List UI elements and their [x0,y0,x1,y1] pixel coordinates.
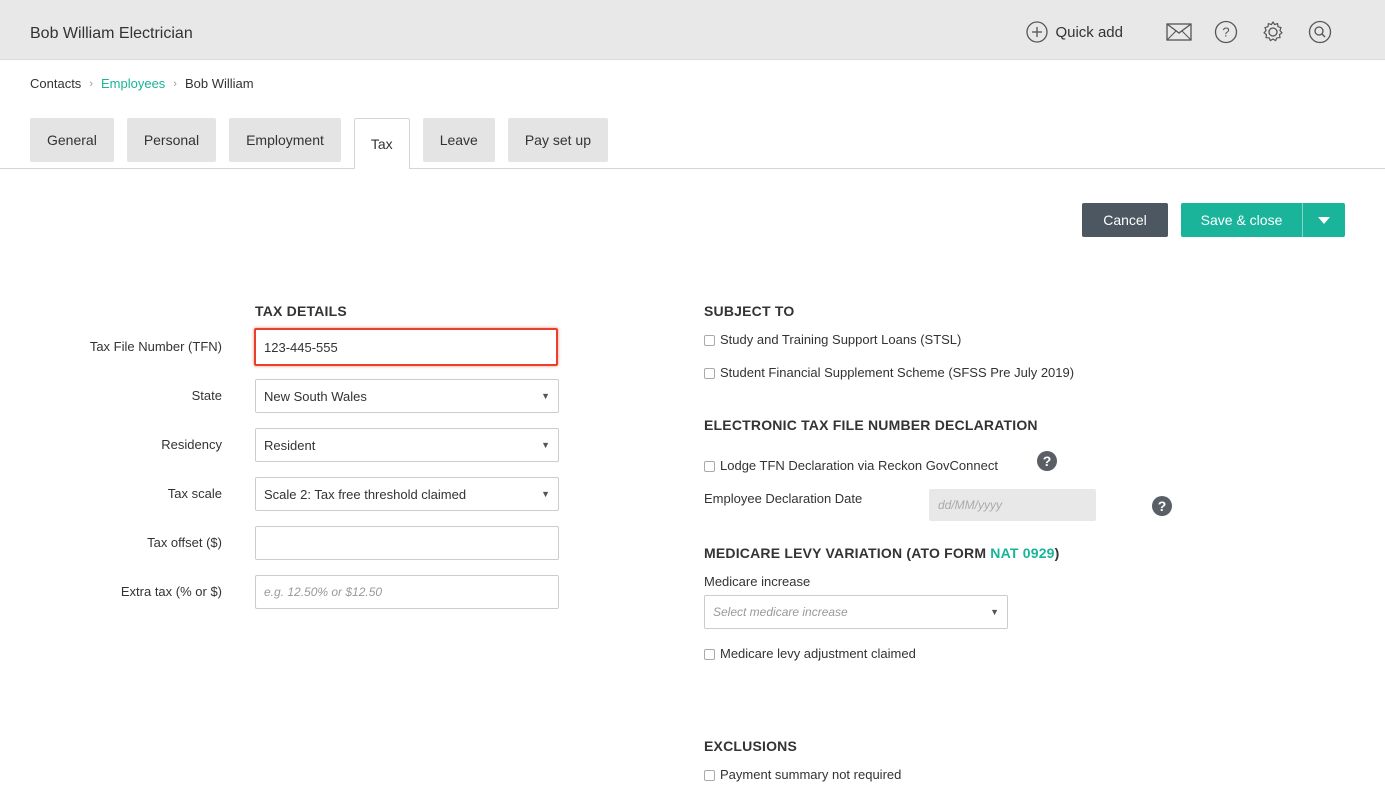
sfss-label: Student Financial Supplement Scheme (SFS… [720,365,1075,380]
breadcrumb-contacts[interactable]: Contacts [30,76,81,91]
gear-icon[interactable] [1260,19,1286,45]
tab-general[interactable]: General [30,118,114,162]
tax-scale-label: Tax scale [167,486,222,501]
breadcrumb-current: Bob William [184,76,254,91]
state-label: State [191,388,222,403]
tax-details-title: TAX DETAILS [255,303,347,319]
etfn-title: ELECTRONIC TAX FILE NUMBER DECLARATION [704,417,1038,433]
state-value: New South Wales [264,388,367,404]
cancel-button[interactable]: Cancel [1082,203,1168,237]
tab-tax[interactable]: Tax [353,118,410,169]
sfss-row: Student Financial Supplement Scheme (SFS… [704,365,1074,380]
medicare-title-suffix: ) [1054,545,1060,561]
breadcrumb-employees[interactable]: Employees [101,76,165,91]
tabs-divider [0,168,1385,169]
medicare-increase-label: Medicare increase [704,574,811,589]
mail-icon[interactable] [1166,19,1192,45]
quick-add-button[interactable]: Quick add [1026,21,1123,43]
medicare-adjustment-label: Medicare levy adjustment claimed [720,646,916,661]
medicare-increase-select[interactable]: Select medicare increase [704,595,1008,629]
plus-circle-icon [1026,21,1049,43]
tab-leave[interactable]: Leave [422,118,495,162]
chevron-right-icon: › [89,77,93,90]
question-mark-icon[interactable]: ? [1152,496,1172,516]
lodge-tfn-checkbox[interactable] [704,461,715,472]
subject-to-title: SUBJECT TO [704,303,795,319]
tab-employment[interactable]: Employment [229,118,341,162]
tax-scale-select[interactable]: Scale 2: Tax free threshold claimed [255,477,559,511]
tfn-input[interactable]: 123-445-555 [254,328,558,366]
payment-summary-checkbox[interactable] [704,770,715,781]
medicare-adjustment-checkbox[interactable] [704,649,715,660]
medicare-adjustment-row: Medicare levy adjustment claimed [704,646,916,661]
state-select[interactable]: New South Wales [255,379,559,413]
tax-offset-input[interactable] [255,526,559,560]
tab-pay-set-up[interactable]: Pay set up [507,118,608,162]
lodge-tfn-label: Lodge TFN Declaration via Reckon GovConn… [720,458,998,473]
search-icon[interactable] [1307,19,1333,45]
chevron-right-icon: › [173,77,177,90]
save-close-button[interactable]: Save & close [1181,203,1303,237]
stsl-label: Study and Training Support Loans (STSL) [720,332,962,347]
extra-tax-input[interactable]: e.g. 12.50% or $12.50 [255,575,559,609]
help-circle-icon[interactable]: ? [1213,19,1239,45]
top-bar: Bob William Electrician Quick add ? [0,0,1385,60]
nat-0929-link[interactable]: NAT 0929 [990,545,1054,561]
tax-scale-value: Scale 2: Tax free threshold claimed [264,486,467,502]
residency-select[interactable]: Resident [255,428,559,462]
residency-value: Resident [264,437,316,453]
medicare-increase-value: Select medicare increase [713,605,848,619]
residency-label: Residency [161,437,222,452]
medicare-title: MEDICARE LEVY VARIATION (ATO FORM NAT 09… [704,545,1060,561]
tab-bar: General Personal Employment Tax Leave Pa… [30,118,621,169]
tfn-label: Tax File Number (TFN) [89,339,222,354]
extra-tax-label: Extra tax (% or $) [120,584,222,599]
quick-add-label: Quick add [1055,23,1123,41]
svg-text:?: ? [1222,25,1229,40]
stsl-row: Study and Training Support Loans (STSL) [704,332,961,347]
declaration-date-input[interactable]: dd/MM/yyyy [929,489,1096,521]
sfss-checkbox[interactable] [704,368,715,379]
lodge-tfn-row: Lodge TFN Declaration via Reckon GovConn… [704,458,998,473]
exclusions-title: EXCLUSIONS [704,738,798,754]
question-mark-icon[interactable]: ? [1037,451,1057,471]
declaration-date-label: Employee Declaration Date [704,491,863,506]
tab-personal[interactable]: Personal [126,118,217,162]
stsl-checkbox[interactable] [704,335,715,346]
app-title: Bob William Electrician [30,25,193,42]
payment-summary-row: Payment summary not required [704,767,901,782]
caret-down-icon [1318,216,1330,224]
save-close-button-group: Save & close [1181,203,1345,237]
breadcrumb: Contacts › Employees › Bob William [30,76,254,91]
save-options-dropdown[interactable] [1303,203,1345,237]
topbar-actions: Quick add ? [1026,19,1333,45]
payment-summary-label: Payment summary not required [720,767,902,782]
tax-offset-label: Tax offset ($) [147,535,222,550]
medicare-title-prefix: MEDICARE LEVY VARIATION (ATO FORM [704,545,991,561]
